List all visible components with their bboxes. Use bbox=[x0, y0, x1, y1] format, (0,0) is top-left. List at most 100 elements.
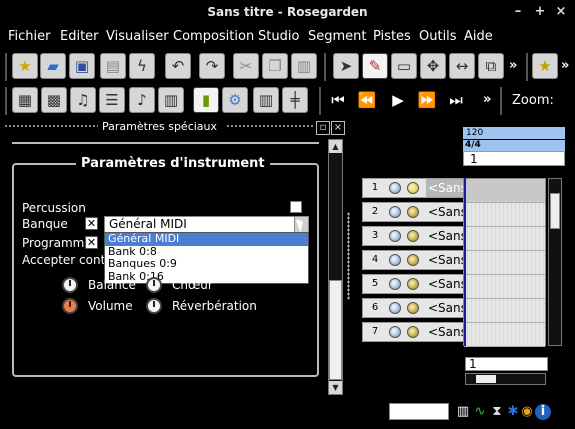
balance-knob[interactable] bbox=[62, 277, 78, 293]
resize-icon[interactable]: ↔ bbox=[449, 53, 475, 79]
fast-forward-to-end-icon[interactable]: ⏭ bbox=[443, 87, 469, 113]
panel-scrollbar[interactable]: ▲ ▼ bbox=[328, 139, 343, 395]
track-name[interactable]: <Sans bbox=[426, 227, 466, 245]
redo-icon[interactable]: ↷ bbox=[199, 53, 225, 79]
track-name[interactable]: <Sans bbox=[426, 251, 466, 269]
scroll-up-icon[interactable]: ▲ bbox=[329, 140, 342, 153]
menu-studio[interactable]: Studio bbox=[258, 29, 299, 44]
segment-canvas[interactable] bbox=[463, 178, 546, 347]
segment-lane[interactable] bbox=[464, 251, 545, 275]
paste-icon[interactable]: ▥ bbox=[291, 53, 317, 79]
track-name[interactable]: <Sans bbox=[426, 299, 466, 317]
program-enable-checkbox[interactable]: ✕ bbox=[85, 236, 98, 249]
record-led-icon[interactable] bbox=[407, 230, 419, 242]
event-list-editor-icon[interactable]: ☰ bbox=[99, 87, 125, 113]
bank-option[interactable]: Général MIDI bbox=[105, 232, 308, 246]
mute-led-icon[interactable] bbox=[389, 302, 401, 314]
track-row[interactable]: 7 <Sans bbox=[362, 322, 466, 342]
mute-led-icon[interactable] bbox=[389, 326, 401, 338]
fast-forward-icon[interactable]: ⏩ bbox=[414, 87, 440, 113]
volume-knob[interactable] bbox=[62, 298, 78, 314]
save-icon[interactable]: ▣ bbox=[69, 53, 95, 79]
warning-icon[interactable]: ◉ bbox=[519, 404, 535, 420]
print-icon[interactable]: ▤ bbox=[100, 53, 126, 79]
track-name[interactable]: <Sans bbox=[426, 323, 466, 341]
toolbar-more-icon[interactable]: » bbox=[561, 58, 569, 73]
bank-select[interactable]: Général MIDI bbox=[104, 216, 309, 233]
reverb-knob[interactable] bbox=[146, 298, 162, 314]
copy-icon[interactable]: ❐ bbox=[262, 53, 288, 79]
mute-led-icon[interactable] bbox=[389, 206, 401, 218]
undo-icon[interactable]: ↶ bbox=[165, 53, 191, 79]
maximize-button[interactable]: + bbox=[532, 4, 548, 20]
time-signature-ruler[interactable]: 4/4 bbox=[463, 140, 565, 151]
cut-icon[interactable]: ✂ bbox=[233, 53, 259, 79]
eraser-icon[interactable]: ▭ bbox=[391, 53, 417, 79]
record-led-icon[interactable] bbox=[407, 254, 419, 266]
split-icon[interactable]: ⧉ bbox=[478, 53, 504, 79]
toolbar-more-icon[interactable]: » bbox=[509, 58, 517, 73]
midi-mixer-icon[interactable]: ▮ bbox=[193, 87, 219, 113]
close-button[interactable]: × bbox=[553, 4, 569, 20]
track-row[interactable]: 2 <Sans bbox=[362, 202, 466, 222]
scrollbar-thumb[interactable] bbox=[476, 375, 496, 383]
info-icon[interactable]: i bbox=[535, 404, 551, 420]
midi-keyboard-icon[interactable]: ▥ bbox=[455, 404, 471, 420]
select-arrow-icon[interactable]: ➤ bbox=[333, 53, 359, 79]
panel-title-bar[interactable]: Paramètres spéciaux bbox=[0, 120, 346, 134]
scrollbar-thumb[interactable] bbox=[329, 280, 342, 380]
add-tracks-icon[interactable]: ★ bbox=[532, 53, 558, 79]
segment-horizontal-scrollbar[interactable] bbox=[465, 373, 546, 385]
keyboard-icon[interactable]: ▥ bbox=[253, 87, 279, 113]
midi-panic-icon[interactable]: ϟ bbox=[129, 53, 155, 79]
chorus-knob[interactable] bbox=[146, 277, 162, 293]
tempo-ruler[interactable]: 120 bbox=[463, 127, 565, 139]
menu-visualiser[interactable]: Visualiser bbox=[106, 29, 169, 44]
mute-led-icon[interactable] bbox=[389, 182, 401, 194]
menu-outils[interactable]: Outils bbox=[419, 29, 457, 44]
track-name[interactable]: <Sans bbox=[426, 179, 466, 197]
track-name[interactable]: <Sans bbox=[426, 275, 466, 293]
track-name[interactable]: <Sans bbox=[426, 203, 466, 221]
move-icon[interactable]: ✥ bbox=[420, 53, 446, 79]
open-folder-icon[interactable]: ▰ bbox=[40, 53, 66, 79]
segment-lane[interactable] bbox=[464, 227, 545, 251]
menu-segment[interactable]: Segment bbox=[308, 29, 367, 44]
draw-pencil-icon[interactable]: ✎ bbox=[362, 53, 388, 79]
track-row[interactable]: 5 <Sans bbox=[362, 274, 466, 294]
segment-lane[interactable] bbox=[464, 179, 545, 203]
record-led-icon[interactable] bbox=[407, 326, 419, 338]
scroll-down-icon[interactable]: ▼ bbox=[329, 381, 342, 394]
play-icon[interactable]: ▶ bbox=[385, 87, 411, 113]
status-text-field[interactable] bbox=[389, 403, 449, 420]
pitch-tracker-icon[interactable]: ♪ bbox=[129, 87, 155, 113]
matrix-editor-icon[interactable]: ▦ bbox=[12, 87, 38, 113]
bank-option[interactable]: Banques 0:9 bbox=[105, 257, 308, 271]
mute-led-icon[interactable] bbox=[389, 254, 401, 266]
segment-lane[interactable] bbox=[464, 299, 545, 323]
scrollbar-thumb[interactable] bbox=[550, 193, 560, 229]
menu-aide[interactable]: Aide bbox=[464, 29, 493, 44]
menu-composition[interactable]: Composition bbox=[173, 29, 254, 44]
percussion-editor-icon[interactable]: ▩ bbox=[41, 87, 67, 113]
segment-lane[interactable] bbox=[464, 323, 545, 347]
record-led-icon[interactable] bbox=[407, 302, 419, 314]
segment-lane[interactable] bbox=[464, 203, 545, 227]
percussion-checkbox[interactable] bbox=[290, 201, 302, 213]
notation-editor-icon[interactable]: ♫ bbox=[70, 87, 96, 113]
menu-editer[interactable]: Editer bbox=[60, 29, 99, 44]
panel-float-button[interactable]: ▫ bbox=[316, 121, 330, 135]
panel-close-button[interactable]: × bbox=[331, 121, 345, 135]
minimize-button[interactable]: – bbox=[510, 4, 526, 20]
track-row[interactable]: 4 <Sans bbox=[362, 250, 466, 270]
bottom-bar-ruler[interactable]: 1 bbox=[465, 357, 548, 371]
new-document-icon[interactable]: ★ bbox=[12, 53, 38, 79]
record-led-icon[interactable] bbox=[407, 206, 419, 218]
bar-ruler[interactable]: 1 bbox=[463, 151, 565, 166]
record-led-icon[interactable] bbox=[407, 278, 419, 290]
splitter-handle[interactable] bbox=[347, 212, 350, 300]
rewind-icon[interactable]: ⏪ bbox=[354, 87, 380, 113]
track-row[interactable]: 3 <Sans bbox=[362, 226, 466, 246]
segment-lane[interactable] bbox=[464, 275, 545, 299]
playback-pointer[interactable] bbox=[464, 178, 466, 346]
